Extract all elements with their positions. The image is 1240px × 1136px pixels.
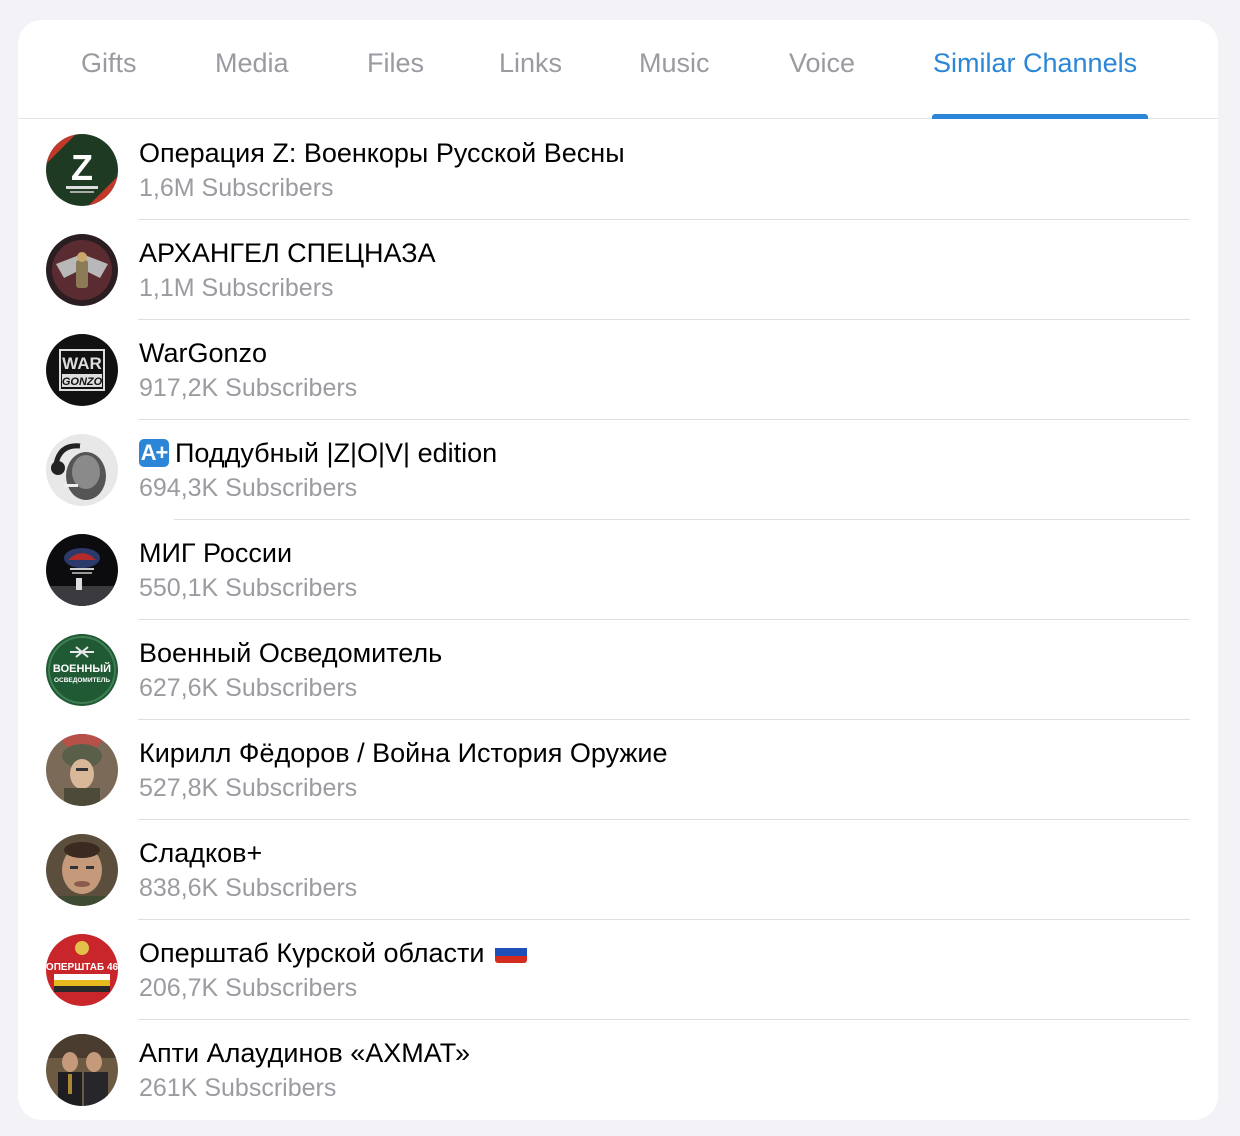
tab-files[interactable]: Files xyxy=(367,48,424,79)
channel-title: АРХАНГЕЛ СПЕЦНАЗА xyxy=(139,238,436,268)
premium-badge-icon: A+ xyxy=(139,439,169,467)
channel-title: МИГ России xyxy=(139,538,293,568)
media-tabs-bar: Gifts Media Files Links Music Voice Simi… xyxy=(18,20,1218,119)
group-photo-avatar xyxy=(46,1034,118,1106)
channel-title: Оперштаб Курской области xyxy=(139,938,527,969)
channel-title: Сладков+ xyxy=(139,838,263,868)
channel-row[interactable]: ОПЕРШТАБ 46 Оперштаб Курской области 206… xyxy=(18,920,1218,1020)
portrait-photo-avatar xyxy=(46,834,118,906)
subscriber-count: 838,6K Subscribers xyxy=(139,874,358,902)
svg-text:Z: Z xyxy=(71,147,93,188)
tab-gifts[interactable]: Gifts xyxy=(81,48,137,79)
subscriber-count: 206,7K Subscribers xyxy=(139,974,358,1002)
channel-title: Апти Алаудинов «АХМАТ» xyxy=(139,1038,471,1068)
mig-logo-avatar xyxy=(46,534,118,606)
channel-title: Военный Осведомитель xyxy=(139,638,443,668)
operstab-logo-avatar: ОПЕРШТАБ 46 xyxy=(46,934,118,1006)
subscriber-count: 1,6M Subscribers xyxy=(139,174,334,202)
tab-links[interactable]: Links xyxy=(499,48,562,79)
channel-row[interactable]: A+ Поддубный |Z|O|V| edition 694,3K Subsc… xyxy=(18,420,1218,520)
tab-voice[interactable]: Voice xyxy=(789,48,855,79)
subscriber-count: 694,3K Subscribers xyxy=(139,474,358,502)
channel-title: WarGonzo xyxy=(139,338,268,368)
channel-row[interactable]: Кирилл Фёдоров / Война История Оружие 52… xyxy=(18,720,1218,820)
channel-row[interactable]: Сладков+ 838,6K Subscribers xyxy=(18,820,1218,920)
channel-row[interactable]: ВОЕННЫЙ ОСВЕДОМИТЕЛЬ Военный Осведомител… xyxy=(18,620,1218,720)
channel-row[interactable]: Z Операция Z: Военкоры Русской Весны 1,6… xyxy=(18,120,1218,220)
channel-row[interactable]: МИГ России 550,1K Subscribers xyxy=(18,520,1218,620)
svg-text:WAR: WAR xyxy=(62,354,102,373)
tab-media[interactable]: Media xyxy=(215,48,289,79)
active-tab-indicator xyxy=(932,114,1148,119)
channel-title: A+ Поддубный |Z|O|V| edition xyxy=(139,438,498,468)
channel-title: Операция Z: Военкоры Русской Весны xyxy=(139,138,625,168)
subscriber-count: 627,6K Subscribers xyxy=(139,674,358,702)
voenny-osvedomitel-logo-avatar: ВОЕННЫЙ ОСВЕДОМИТЕЛЬ xyxy=(46,634,118,706)
portrait-photo-avatar xyxy=(46,434,118,506)
tab-similar-channels[interactable]: Similar Channels xyxy=(933,48,1137,79)
channel-row[interactable]: АРХАНГЕЛ СПЕЦНАЗА 1,1M Subscribers xyxy=(18,220,1218,320)
subscriber-count: 917,2K Subscribers xyxy=(139,374,358,402)
subscriber-count: 1,1M Subscribers xyxy=(139,274,334,302)
war-gonzo-logo-avatar: WAR GONZO xyxy=(46,334,118,406)
subscriber-count: 550,1K Subscribers xyxy=(139,574,358,602)
z-logo-avatar: Z xyxy=(46,134,118,206)
svg-text:ВОЕННЫЙ: ВОЕННЫЙ xyxy=(53,662,111,675)
subscriber-count: 527,8K Subscribers xyxy=(139,774,358,802)
russian-flag-icon xyxy=(494,941,527,963)
channel-profile-panel: Gifts Media Files Links Music Voice Simi… xyxy=(18,20,1218,1120)
winged-emblem-avatar xyxy=(46,234,118,306)
svg-text:ОПЕРШТАБ 46: ОПЕРШТАБ 46 xyxy=(46,962,118,973)
painted-portrait-avatar xyxy=(46,734,118,806)
svg-text:ОСВЕДОМИТЕЛЬ: ОСВЕДОМИТЕЛЬ xyxy=(54,677,110,684)
channel-row[interactable]: WAR GONZO WarGonzo 917,2K Subscribers xyxy=(18,320,1218,420)
subscriber-count: 261K Subscribers xyxy=(139,1074,337,1102)
svg-text:GONZO: GONZO xyxy=(62,376,103,388)
channel-row[interactable]: Апти Алаудинов «АХМАТ» 261K Subscribers xyxy=(18,1020,1218,1120)
tab-music[interactable]: Music xyxy=(639,48,710,79)
channel-title: Кирилл Фёдоров / Война История Оружие xyxy=(139,738,668,768)
